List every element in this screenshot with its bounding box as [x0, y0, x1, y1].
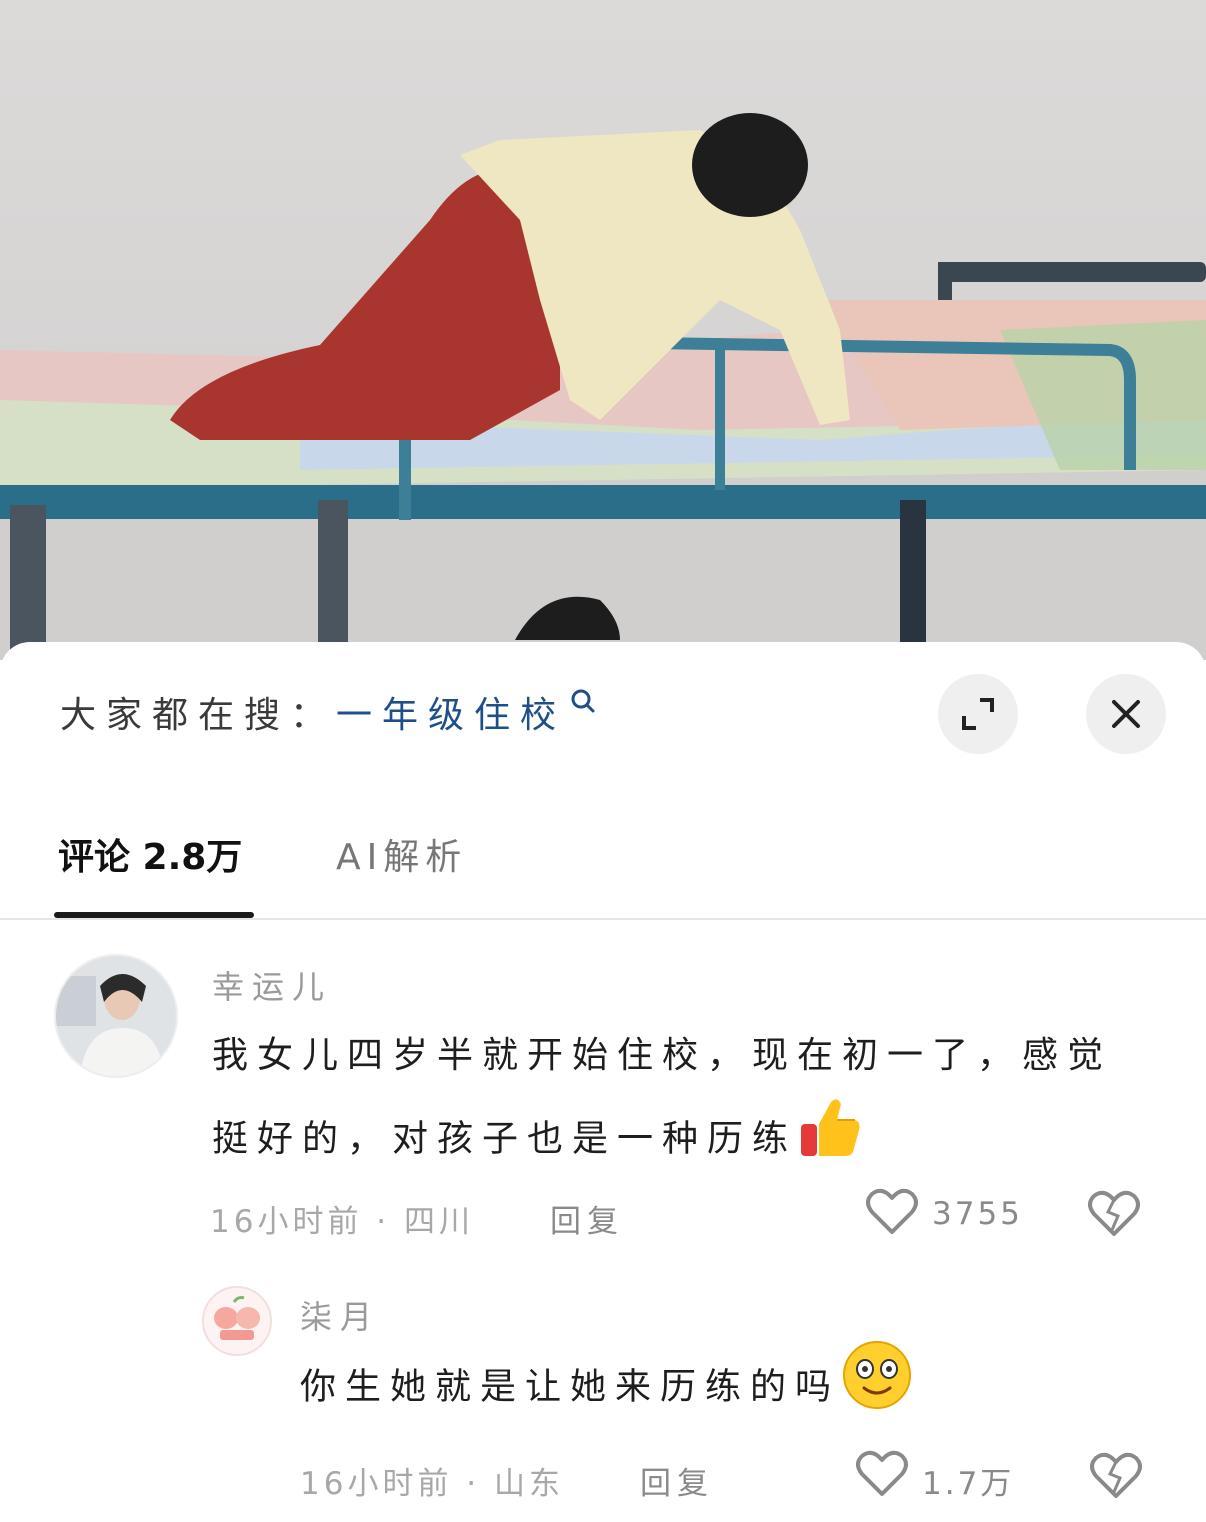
comment-text: 你生她就是让她来历练的吗 [300, 1338, 1180, 1439]
dislike-icon[interactable] [1090, 1452, 1142, 1504]
comment-meta: 16小时前 · 山东 [300, 1466, 565, 1502]
reply-button[interactable]: 回复 [550, 1196, 624, 1241]
comment-username[interactable]: 幸运儿 [212, 962, 332, 1008]
thumbs-up-emoji-icon [797, 1094, 863, 1187]
comment-meta: 16小时前 · 四川 [210, 1204, 475, 1240]
reply-button[interactable]: 回复 [640, 1458, 714, 1503]
tab-comments[interactable]: 评论 2.8万 [58, 828, 242, 880]
close-icon [1112, 700, 1140, 728]
active-tab-indicator [54, 912, 254, 918]
expand-button[interactable] [938, 674, 1018, 754]
comment-tabs: 评论 2.8万 AI解析 [0, 812, 1206, 920]
comment-text: 我女儿四岁半就开始住校，现在初一了，感觉 挺好的，对孩子也是一种历练 [212, 1018, 1172, 1187]
dislike-icon[interactable] [1088, 1190, 1140, 1242]
avatar[interactable] [202, 1286, 272, 1356]
like-count: 3755 [932, 1196, 1023, 1232]
video-frame[interactable] [0, 0, 1206, 660]
expand-icon [962, 698, 994, 730]
tab-ai-analysis[interactable]: AI解析 [336, 828, 467, 880]
close-button[interactable] [1086, 674, 1166, 754]
video-scene [0, 113, 1206, 660]
reply-comment-item: 柒月 你生她就是让她来历练的吗 16小时前 · 山东 回复 1.7万 [0, 1282, 1206, 1522]
search-icon[interactable] [570, 688, 596, 718]
like-count: 1.7万 [922, 1466, 1015, 1502]
search-suggestion[interactable]: 大家都在搜： 一年级住校 [60, 682, 596, 742]
grinning-face-emoji-icon [840, 1338, 914, 1439]
search-suggestion-label: 大家都在搜： [60, 695, 337, 736]
comment-username[interactable]: 柒月 [300, 1292, 380, 1338]
like-icon[interactable] [856, 1450, 908, 1502]
comment-item: 幸运儿 我女儿四岁半就开始住校，现在初一了，感觉 挺好的，对孩子也是一种历练 1… [0, 942, 1206, 1252]
search-suggestion-term[interactable]: 一年级住校 [336, 686, 566, 738]
avatar[interactable] [54, 954, 178, 1078]
comment-sheet: 大家都在搜： 一年级住校 评论 2.8万 AI解析 幸运儿 我女儿四岁半就开始住… [0, 642, 1206, 1522]
like-icon[interactable] [866, 1188, 918, 1240]
